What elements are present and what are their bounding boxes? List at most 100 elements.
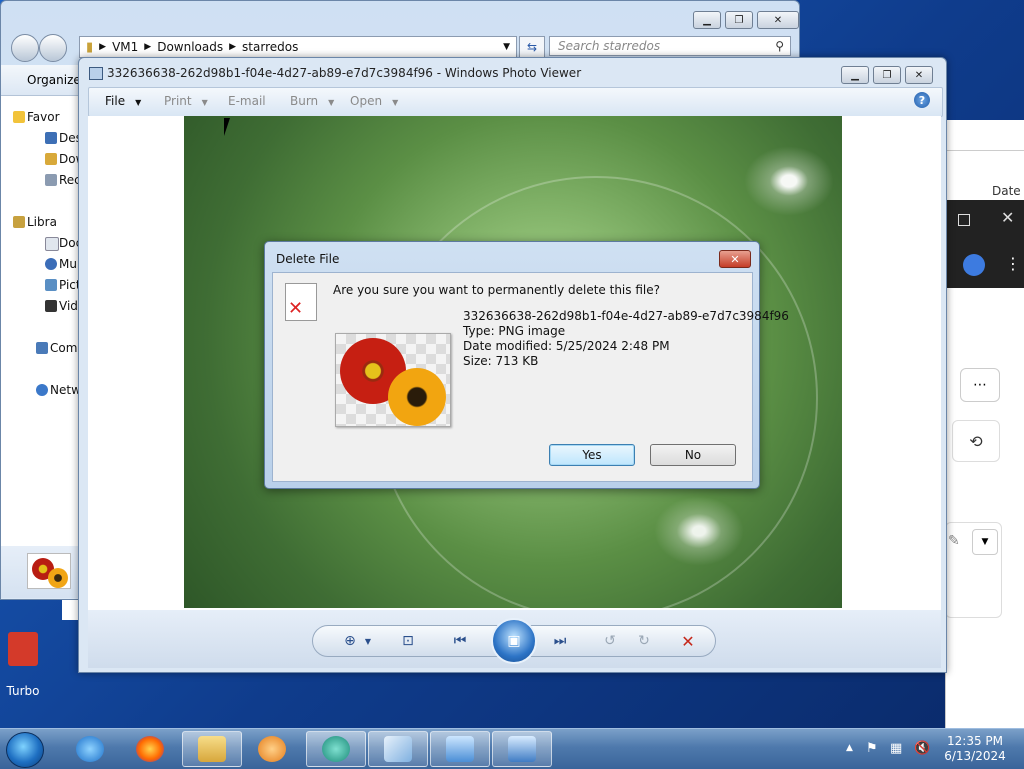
- viewer-menubar: File ▼ Print ▼ E-mail Burn ▼ Open ▼ ?: [88, 87, 943, 117]
- minimize-button[interactable]: ▁: [693, 11, 721, 29]
- slideshow-button[interactable]: ▣: [491, 618, 537, 664]
- pictures-icon: [45, 279, 57, 291]
- nav-item-favorites[interactable]: Favor: [13, 110, 60, 124]
- menu-open[interactable]: Open ▼: [350, 94, 398, 108]
- explorer-nav-pane: Favor Des Dow Rec Libra Doc Mu Pict Vid …: [1, 96, 85, 546]
- nav-item-libraries[interactable]: Libra: [13, 215, 57, 229]
- file-name: 332636638-262d98b1-f04e-4d27-ab89-e7d7c3…: [463, 309, 789, 323]
- computer-icon: [36, 342, 48, 354]
- yes-button[interactable]: Yes: [549, 444, 635, 466]
- taskbar-app-teal[interactable]: [306, 731, 366, 767]
- dialog-body: ✕ Are you sure you want to permanently d…: [272, 272, 789, 482]
- firefox-icon: [136, 736, 164, 762]
- account-icon[interactable]: [963, 254, 985, 276]
- viewer-title: 332636638-262d98b1-f04e-4d27-ab89-e7d7c3…: [107, 66, 582, 80]
- viewer-window-controls: ▁ ❐ ✕: [841, 66, 933, 84]
- chevron-down-icon[interactable]: ▼: [972, 529, 998, 555]
- viewer-controls-bar: ⊕ ▼ ⊡ ⏮ ▣ ⏭ ↺ ↻ ✕: [88, 610, 941, 668]
- organize-button[interactable]: Organize: [27, 73, 81, 87]
- chevron-down-icon: ▼: [135, 98, 142, 107]
- file-type: Type: PNG image: [463, 324, 566, 338]
- network-icon[interactable]: ▦: [890, 741, 902, 756]
- network-icon: [36, 384, 48, 396]
- column-header-date[interactable]: Date r: [992, 184, 1024, 198]
- rotate-clockwise-icon[interactable]: ↻: [633, 631, 655, 651]
- taskbar-internet-explorer[interactable]: [60, 731, 120, 767]
- back-button[interactable]: [11, 34, 39, 62]
- background-card: ✎ ▼: [945, 522, 1002, 618]
- chevron-down-icon[interactable]: ▼: [503, 42, 510, 52]
- taskbar-file-explorer[interactable]: [182, 731, 242, 767]
- menu-print[interactable]: Print ▼: [164, 94, 208, 108]
- history-icon[interactable]: ⟲: [952, 420, 1000, 462]
- search-input[interactable]: Search starredos ⚲: [549, 36, 791, 56]
- dialog-close-button[interactable]: ✕: [719, 250, 751, 268]
- maximize-button[interactable]: ❐: [725, 11, 753, 29]
- menu-file[interactable]: File ▼: [105, 94, 141, 108]
- search-icon: ⚲: [775, 39, 784, 53]
- show-hidden-icons-button[interactable]: ▲: [846, 743, 853, 753]
- no-button[interactable]: No: [650, 444, 736, 466]
- action-center-flag-icon[interactable]: ⚑: [866, 741, 878, 756]
- photo-viewer-icon: [508, 736, 536, 762]
- actual-size-icon[interactable]: ⊡: [397, 631, 419, 651]
- chevron-down-icon: ▼: [201, 98, 208, 107]
- explorer-navbar: ▮ ▶ VM1 ▶ Downloads ▶ starredos ▼ ⇆ Sear…: [79, 36, 795, 58]
- nav-item-videos[interactable]: Vid: [45, 299, 78, 313]
- minimize-button[interactable]: ▁: [841, 66, 869, 84]
- document-app-icon: [384, 736, 412, 762]
- breadcrumb-vm1[interactable]: VM1: [112, 40, 138, 54]
- address-bar[interactable]: ▮ ▶ VM1 ▶ Downloads ▶ starredos ▼: [79, 36, 517, 58]
- system-clock[interactable]: 12:35 PM 6/13/2024: [930, 734, 1020, 764]
- folder-icon: [198, 736, 226, 762]
- nav-item-music[interactable]: Mu: [45, 257, 77, 271]
- chevron-right-icon: ▶: [144, 42, 152, 52]
- taskbar-control-panel[interactable]: [430, 731, 490, 767]
- delete-file-icon: ✕: [285, 283, 317, 321]
- close-icon[interactable]: ✕: [1001, 208, 1014, 227]
- chevron-down-icon: ▼: [328, 98, 335, 107]
- photo-viewer-icon: [89, 67, 103, 80]
- file-size: Size: 713 KB: [463, 354, 539, 368]
- file-thumbnail: [27, 553, 71, 589]
- more-options-icon[interactable]: ⋮: [1005, 254, 1021, 273]
- desktop-shortcut[interactable]: Turbo: [4, 632, 42, 702]
- help-icon[interactable]: ?: [914, 92, 930, 108]
- desktop-icon: [45, 132, 57, 144]
- rotate-counterclockwise-icon[interactable]: ↺: [599, 631, 621, 651]
- folder-icon: ▮: [86, 39, 94, 55]
- clock-time: 12:35 PM: [947, 734, 1003, 748]
- more-horizontal-icon[interactable]: ⋯: [960, 368, 1000, 402]
- start-button[interactable]: [6, 732, 44, 768]
- nav-item-network[interactable]: Netw: [36, 383, 81, 397]
- volume-muted-icon[interactable]: 🔇: [914, 741, 930, 756]
- forward-button[interactable]: [39, 34, 67, 62]
- next-icon[interactable]: ⏭: [549, 631, 571, 651]
- shortcut-label: Turbo: [6, 684, 40, 698]
- menu-email[interactable]: E-mail: [228, 94, 266, 108]
- downloads-folder-icon: [45, 153, 57, 165]
- taskbar-media-player[interactable]: [242, 731, 302, 767]
- mouse-cursor: [224, 118, 230, 136]
- close-button[interactable]: ✕: [905, 66, 933, 84]
- taskbar-photo-viewer[interactable]: [492, 731, 552, 767]
- breadcrumb-downloads[interactable]: Downloads: [157, 40, 223, 54]
- music-icon: [45, 258, 57, 270]
- maximize-icon[interactable]: [958, 214, 970, 226]
- taskbar-firefox[interactable]: [120, 731, 180, 767]
- previous-icon[interactable]: ⏮: [449, 631, 471, 651]
- refresh-button[interactable]: ⇆: [519, 36, 545, 58]
- delete-icon[interactable]: ✕: [677, 631, 699, 651]
- chevron-down-icon[interactable]: ▼: [357, 631, 379, 651]
- breadcrumb-starredos[interactable]: starredos: [242, 40, 298, 54]
- close-button[interactable]: ✕: [757, 11, 799, 29]
- maximize-button[interactable]: ❐: [873, 66, 901, 84]
- yellow-flower-image: [388, 368, 446, 426]
- taskbar-app-document[interactable]: [368, 731, 428, 767]
- documents-icon: [45, 237, 59, 251]
- library-icon: [13, 216, 25, 228]
- edit-icon[interactable]: ✎: [948, 533, 960, 549]
- menu-burn[interactable]: Burn ▼: [290, 94, 334, 108]
- dialog-title: Delete File: [276, 252, 340, 266]
- explorer-window-controls: ▁ ❐ ✕: [693, 11, 799, 29]
